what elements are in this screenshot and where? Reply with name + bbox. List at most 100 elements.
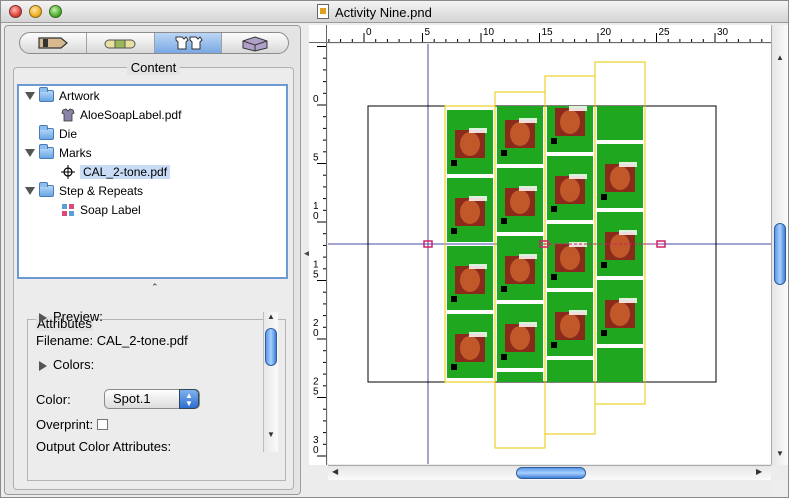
face-image [560, 314, 580, 338]
ruler-origin[interactable] [309, 25, 327, 43]
layout-canvas[interactable] [328, 44, 771, 464]
panel-toolbar [19, 32, 289, 54]
face-image [460, 268, 480, 292]
vertical-ruler[interactable]: 051015202530 [309, 43, 327, 465]
content-heading: Content [126, 60, 181, 75]
face-image [560, 110, 580, 134]
tree-item-label: Artwork [59, 89, 100, 103]
ruler-tick-label: 0 [313, 445, 319, 456]
tree-item-step-repeats[interactable]: Step & Repeats [25, 182, 143, 200]
soap-label-tile [447, 314, 493, 378]
ruler-tick-label: 0 [313, 94, 319, 105]
barcode-mark [601, 194, 607, 200]
tree-item-label: Soap Label [80, 203, 141, 217]
soap-label-tile [497, 304, 543, 368]
ruler-tick-label: 25 [659, 27, 671, 38]
resize-grip[interactable] [771, 480, 788, 497]
colors-disclosure[interactable]: Colors: [39, 357, 94, 372]
label-background [597, 348, 643, 382]
tree-item-label: Marks [59, 146, 92, 160]
soap-label-tile [547, 106, 593, 152]
scroll-up-arrow-icon[interactable]: ▲ [776, 53, 784, 62]
preview-disclosure[interactable]: Preview: [39, 309, 103, 324]
label-background [547, 360, 593, 382]
disclosure-triangle-icon[interactable] [39, 312, 47, 323]
title-bar[interactable]: Activity Nine.pnd [1, 1, 788, 23]
horizontal-ruler[interactable]: 0 5 10 15 20 25 30 [327, 25, 771, 43]
canvas-vertical-scrollbar[interactable]: ▲ ▼ [771, 25, 788, 465]
canvas-horizontal-scroll-thumb[interactable] [516, 467, 586, 479]
barcode-mark [501, 354, 507, 360]
scroll-left-arrow-icon[interactable]: ◀ [332, 467, 338, 476]
label-text-mark [569, 106, 587, 111]
disclosure-triangle-icon[interactable] [39, 360, 47, 371]
color-popup[interactable]: Spot.1 ▲ ▼ [104, 389, 200, 409]
tree-item-aloesoaplabel[interactable]: AloeSoapLabel.pdf [61, 106, 181, 124]
barcode-mark [551, 342, 557, 348]
tree-item-artwork[interactable]: Artwork [25, 87, 100, 105]
label-text-mark [619, 298, 637, 303]
tree-item-label: Die [59, 127, 78, 141]
color-popup-value: Spot.1 [113, 391, 151, 406]
tree-item-label: CAL_2-tone.pdf [80, 165, 171, 179]
output-color-attributes-label: Output Color Attributes: [36, 439, 172, 454]
soap-label-tile [497, 372, 543, 382]
barcode-mark [601, 262, 607, 268]
shirt-icon [61, 108, 75, 122]
folder-icon [39, 182, 54, 197]
output-tab-button[interactable] [222, 33, 288, 53]
marks-tab-button[interactable] [87, 33, 155, 53]
filename-text: Filename: CAL_2-tone.pdf [36, 333, 188, 348]
tree-item-marks[interactable]: Marks [25, 144, 92, 162]
label-text-mark [619, 230, 637, 235]
tree-item-cal-2-tone[interactable]: CAL_2-tone.pdf [61, 163, 171, 181]
shirts-icon [175, 36, 203, 50]
soap-label-tile [497, 168, 543, 232]
scroll-down-arrow-icon[interactable]: ▼ [267, 430, 275, 439]
overprint-checkbox[interactable] [97, 419, 109, 430]
scroll-up-arrow-icon[interactable]: ▲ [267, 312, 275, 321]
app-window: Activity Nine.pnd Content Artwork AloeSo… [0, 0, 789, 498]
attributes-scroll-thumb[interactable] [265, 328, 277, 366]
color-label: Color: [36, 392, 71, 407]
split-resize-handle[interactable]: ⌃ [151, 282, 159, 293]
attributes-scrollbar[interactable]: ▲ ▼ [263, 312, 278, 452]
tree-item-label: Step & Repeats [59, 184, 144, 198]
close-window-button[interactable] [9, 5, 22, 18]
soap-label-tile [497, 106, 543, 164]
ruler-tick-label: 30 [717, 27, 729, 38]
barcode-mark [451, 364, 457, 370]
soap-label-tile [597, 106, 643, 140]
scroll-down-arrow-icon[interactable]: ▼ [776, 449, 784, 458]
folder-icon [39, 87, 54, 102]
canvas-vertical-scroll-thumb[interactable] [774, 223, 786, 285]
scroll-right-arrow-icon[interactable]: ▶ [756, 467, 762, 476]
zoom-window-button[interactable] [49, 5, 62, 18]
ruler-tick-label: 0 [313, 328, 319, 339]
document-proxy-icon[interactable] [317, 4, 329, 19]
barcode-mark [551, 206, 557, 212]
barcode-mark [501, 286, 507, 292]
label-text-mark [619, 162, 637, 167]
info-tab-button[interactable] [20, 33, 88, 53]
minimize-window-button[interactable] [29, 5, 42, 18]
barcode-mark [451, 296, 457, 302]
label-text-mark [569, 310, 587, 315]
soap-label-tile [597, 280, 643, 344]
disclosure-triangle-icon[interactable] [25, 92, 35, 100]
tree-item-soap-label[interactable]: Soap Label [61, 201, 141, 219]
content-tree[interactable]: Artwork AloeSoapLabel.pdf Die Marks CAL_… [17, 84, 288, 279]
disclosure-triangle-icon[interactable] [25, 187, 35, 195]
disclosure-triangle-icon[interactable] [25, 149, 35, 157]
label-text-mark [519, 118, 537, 123]
info-tag-icon [38, 37, 69, 49]
soap-label-tile [597, 144, 643, 208]
layout-tab-button[interactable] [154, 33, 222, 53]
soap-label-tile [547, 224, 593, 288]
face-image [510, 258, 530, 282]
ruler-tick-label: 5 [313, 270, 319, 281]
face-image [560, 246, 580, 270]
tree-item-die[interactable]: Die [39, 125, 77, 143]
barcode-mark [501, 150, 507, 156]
canvas-horizontal-scrollbar[interactable]: ◀ ▶ [328, 465, 771, 480]
